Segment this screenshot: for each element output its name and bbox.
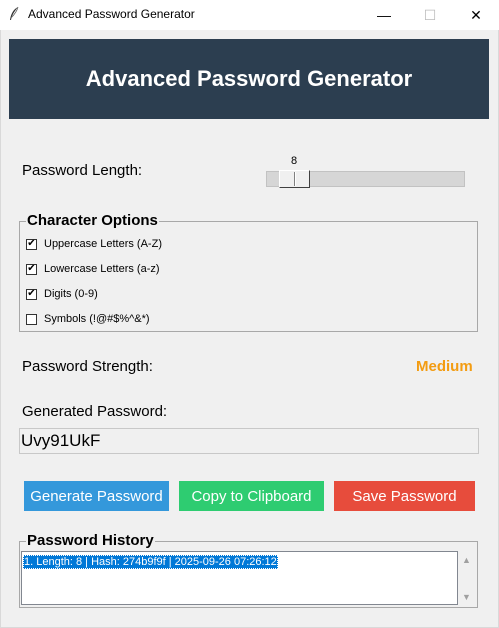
minimize-button[interactable]: —: [361, 0, 407, 30]
close-button[interactable]: ✕: [453, 0, 499, 30]
history-scrollbar[interactable]: ▲ ▼: [458, 551, 475, 605]
character-options-title: Character Options: [26, 212, 159, 229]
check-icon: ✔: [27, 288, 36, 299]
digits-checkbox[interactable]: ✔ Digits (0-9): [26, 288, 98, 300]
checkbox-label: Symbols (!@#$%^&*): [44, 313, 150, 325]
uppercase-checkbox[interactable]: ✔ Uppercase Letters (A-Z): [26, 238, 162, 250]
length-value: 8: [291, 155, 298, 167]
generate-password-button[interactable]: Generate Password: [24, 481, 169, 511]
minimize-icon: —: [377, 7, 391, 23]
password-history-list[interactable]: 1. Length: 8 | Hash: 274b9f9f | 2025-09-…: [21, 551, 458, 605]
checkbox-label: Uppercase Letters (A-Z): [44, 238, 162, 250]
window-title: Advanced Password Generator: [28, 7, 195, 21]
maximize-button[interactable]: ☐: [407, 0, 453, 30]
close-icon: ✕: [470, 6, 482, 23]
header-banner: Advanced Password Generator: [9, 39, 489, 119]
strength-label: Password Strength:: [22, 358, 153, 375]
length-label: Password Length:: [22, 162, 143, 179]
symbols-checkbox[interactable]: Symbols (!@#$%^&*): [26, 313, 150, 325]
password-history-title: Password History: [26, 532, 155, 549]
save-password-button[interactable]: Save Password: [334, 481, 475, 511]
checkbox-label: Lowercase Letters (a-z): [44, 263, 160, 275]
list-item[interactable]: 1. Length: 8 | Hash: 274b9f9f | 2025-09-…: [23, 555, 278, 569]
checkbox-box[interactable]: ✔: [26, 288, 37, 300]
checkbox-box[interactable]: ✔: [26, 238, 37, 250]
scroll-up-icon[interactable]: ▲: [458, 551, 475, 568]
scroll-down-icon[interactable]: ▼: [458, 588, 475, 605]
title-bar: Advanced Password Generator — ☐ ✕: [0, 0, 499, 30]
generated-password-field[interactable]: [19, 428, 479, 454]
maximize-icon: ☐: [423, 6, 437, 23]
lowercase-checkbox[interactable]: ✔ Lowercase Letters (a-z): [26, 263, 160, 275]
copy-to-clipboard-button[interactable]: Copy to Clipboard: [179, 481, 324, 511]
checkbox-box[interactable]: [26, 313, 37, 325]
checkbox-box[interactable]: ✔: [26, 263, 37, 275]
page-title: Advanced Password Generator: [85, 66, 413, 91]
check-icon: ✔: [27, 238, 36, 249]
checkbox-label: Digits (0-9): [44, 288, 98, 300]
length-slider-thumb[interactable]: [279, 170, 310, 188]
generated-password-label: Generated Password:: [22, 403, 168, 420]
check-icon: ✔: [27, 263, 36, 274]
strength-value: Medium: [416, 358, 473, 375]
feather-icon: [10, 6, 19, 20]
